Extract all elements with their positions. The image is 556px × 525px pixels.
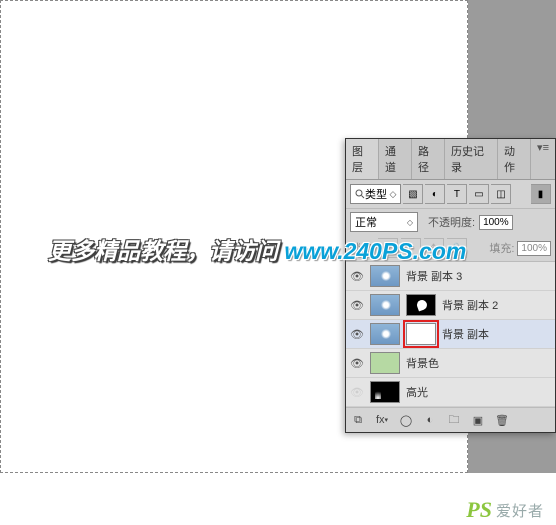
tab-channels[interactable]: 通道 bbox=[379, 139, 412, 179]
overlay-text-part1: 更多精品教程，请访问 bbox=[48, 238, 284, 264]
fill-label: 填充: bbox=[489, 240, 514, 256]
layer-thumbnail[interactable] bbox=[370, 294, 400, 316]
layers-panel: 图层 通道 路径 历史记录 动作 ▾≡ 类型 ◇ ▧ ◐ T ▭ ◫ ▮ 正常 … bbox=[345, 138, 556, 433]
link-layers-icon[interactable]: ⧉ bbox=[350, 412, 366, 428]
new-layer-icon[interactable]: ▣ bbox=[470, 412, 486, 428]
layer-mask-thumbnail[interactable] bbox=[406, 294, 436, 316]
layer-row[interactable]: 👁 背景 副本 bbox=[346, 320, 555, 349]
layer-name: 背景色 bbox=[406, 355, 439, 371]
tab-actions[interactable]: 动作 bbox=[498, 139, 531, 179]
site-watermark: PS 爱好者 bbox=[466, 497, 544, 523]
new-adjustment-icon[interactable]: ◐ bbox=[422, 412, 438, 428]
layers-list: 👁 背景 副本 3 👁 背景 副本 2 👁 背景 副本 👁 背景色 👁 高光 bbox=[346, 262, 555, 407]
filter-smart-icon[interactable]: ◫ bbox=[491, 184, 511, 204]
layer-name: 背景 副本 3 bbox=[406, 268, 462, 284]
layer-row[interactable]: 👁 高光 bbox=[346, 378, 555, 407]
layer-row[interactable]: 👁 背景 副本 2 bbox=[346, 291, 555, 320]
overlay-text-part2: www.240PS.com bbox=[284, 238, 466, 264]
panel-tabs: 图层 通道 路径 历史记录 动作 ▾≡ bbox=[346, 139, 555, 180]
layer-thumbnail[interactable] bbox=[370, 265, 400, 287]
filter-adjustment-icon[interactable]: ◐ bbox=[425, 184, 445, 204]
layer-name: 背景 副本 bbox=[442, 326, 489, 342]
tutorial-watermark-text: 更多精品教程，请访问 www.240PS.com bbox=[48, 232, 466, 266]
blend-mode-value: 正常 bbox=[355, 214, 377, 230]
layer-thumbnail[interactable] bbox=[370, 352, 400, 374]
layer-name: 背景 副本 2 bbox=[442, 297, 498, 313]
panel-menu-icon[interactable]: ▾≡ bbox=[531, 139, 555, 179]
chevron-down-icon: ◇ bbox=[387, 189, 396, 200]
add-mask-icon[interactable]: ◯ bbox=[398, 412, 414, 428]
layer-name: 高光 bbox=[406, 384, 428, 400]
fill-value[interactable]: 100% bbox=[517, 241, 551, 256]
layer-filter-label: 类型 bbox=[365, 186, 387, 202]
layer-mask-thumbnail[interactable] bbox=[406, 323, 436, 345]
watermark-ps: PS bbox=[466, 497, 492, 523]
search-icon bbox=[355, 189, 365, 199]
new-group-icon[interactable]: 🗀 bbox=[446, 412, 462, 428]
opacity-label: 不透明度: bbox=[428, 214, 475, 230]
watermark-text: 爱好者 bbox=[496, 500, 544, 521]
delete-layer-icon[interactable]: 🗑 bbox=[494, 412, 510, 428]
blend-mode-select[interactable]: 正常 ◇ bbox=[350, 212, 418, 232]
visibility-toggle[interactable]: 👁 bbox=[350, 356, 364, 370]
visibility-toggle[interactable]: 👁 bbox=[350, 269, 364, 283]
filter-shape-icon[interactable]: ▭ bbox=[469, 184, 489, 204]
layer-row[interactable]: 👁 背景色 bbox=[346, 349, 555, 378]
tab-paths[interactable]: 路径 bbox=[412, 139, 445, 179]
panel-footer: ⧉ fx▾ ◯ ◐ 🗀 ▣ 🗑 bbox=[346, 407, 555, 432]
layer-filter-type-select[interactable]: 类型 ◇ bbox=[350, 184, 401, 204]
visibility-toggle[interactable]: 👁 bbox=[350, 327, 364, 341]
layer-thumbnail[interactable] bbox=[370, 381, 400, 403]
filter-type-icon[interactable]: T bbox=[447, 184, 467, 204]
opacity-value[interactable]: 100% bbox=[479, 215, 513, 230]
chevron-down-icon: ◇ bbox=[407, 218, 413, 227]
filter-pixel-icon[interactable]: ▧ bbox=[403, 184, 423, 204]
layer-thumbnail[interactable] bbox=[370, 323, 400, 345]
filter-toggle-switch[interactable]: ▮ bbox=[531, 184, 551, 204]
layer-filter-row: 类型 ◇ ▧ ◐ T ▭ ◫ ▮ bbox=[346, 180, 555, 209]
visibility-toggle[interactable]: 👁 bbox=[350, 385, 364, 399]
visibility-toggle[interactable]: 👁 bbox=[350, 298, 364, 312]
tab-history[interactable]: 历史记录 bbox=[445, 139, 498, 179]
layer-fx-icon[interactable]: fx▾ bbox=[374, 412, 390, 428]
layer-row[interactable]: 👁 背景 副本 3 bbox=[346, 262, 555, 291]
tab-layers[interactable]: 图层 bbox=[346, 139, 379, 179]
